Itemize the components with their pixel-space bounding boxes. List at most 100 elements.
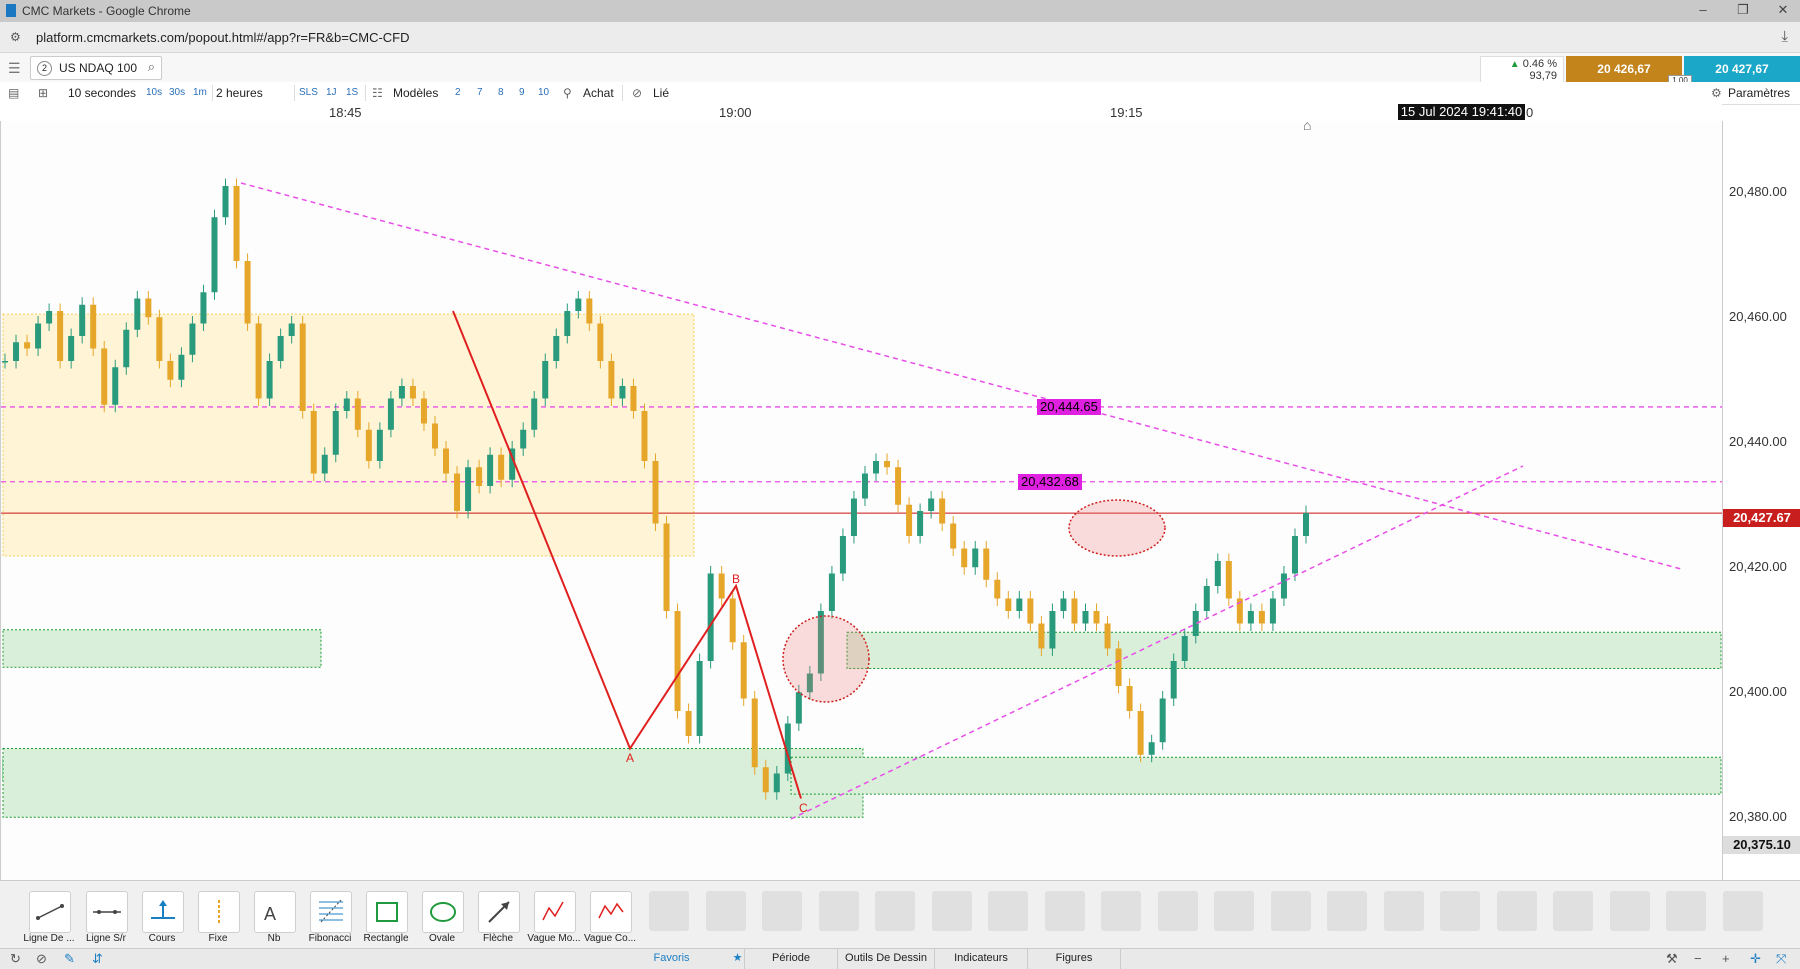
quick-span-1j[interactable]: 1J [326,87,337,98]
download-icon[interactable]: ⤓ [1781,28,1788,45]
settings-button[interactable]: Paramètres [1728,86,1790,100]
empty-tool-slot[interactable] [1044,891,1085,931]
fit-icon[interactable]: ⤧ [1776,951,1786,967]
template-slot-9[interactable]: 9 [519,87,525,98]
price-chart[interactable] [1,121,1723,880]
link-icon[interactable]: ⊘ [632,86,642,100]
close-icon[interactable]: ✕ [1770,2,1796,18]
magnet-icon[interactable]: ⇵ [92,951,103,967]
wave-mo-button[interactable] [534,891,576,933]
buy-link-button[interactable]: Achat [583,86,614,100]
toolbar-divider [622,85,623,101]
empty-tool-slot[interactable] [1440,891,1480,931]
wave-co-button[interactable] [590,891,632,933]
linked-button[interactable]: Lié [653,86,669,100]
template-slot-8[interactable]: 8 [498,87,504,98]
settings-gear-icon[interactable]: ⚙ [1711,86,1722,100]
tab-outils-de-dessin[interactable]: Outils De Dessin [838,949,935,969]
site-settings-icon[interactable]: ⚙ [10,30,21,44]
empty-tool-slot[interactable] [1609,891,1650,931]
layout-icon[interactable]: ⊞ [38,86,48,100]
rectangle-button[interactable] [366,891,408,933]
quick-interval-10s[interactable]: 10s [146,87,162,98]
fixed-button[interactable] [198,891,240,933]
level-tag-1[interactable]: 20,444.65 [1037,398,1101,415]
empty-tool-slot[interactable] [1157,891,1198,931]
candle-body [134,298,141,330]
candle-body [376,429,383,461]
buy-button[interactable]: 20 427,67 [1684,56,1800,82]
interval-select[interactable]: 10 secondes [68,86,136,100]
candle-body [266,361,273,399]
empty-tool-slot[interactable] [818,891,859,931]
buy-link-icon[interactable]: ⚲ [563,86,572,100]
scroll-marker-icon[interactable]: ⌂ [1303,117,1311,133]
fibonacci-button[interactable] [310,891,352,933]
quick-interval-30s[interactable]: 30s [169,87,185,98]
empty-tool-slot[interactable] [931,891,972,931]
templates-icon[interactable]: ☷ [372,86,383,100]
minimize-icon[interactable]: – [1690,2,1716,17]
template-slot-7[interactable]: 7 [477,87,483,98]
candle-body [288,323,295,336]
level-tag-2[interactable]: 20,432.68 [1018,473,1082,490]
template-slot-10[interactable]: 10 [538,87,549,98]
candle-body [498,454,505,480]
empty-tool-slot[interactable] [1101,891,1141,931]
empty-tool-slot[interactable] [705,891,746,931]
templates-button[interactable]: Modèles [393,86,438,100]
tab-figures[interactable]: Figures [1028,949,1121,969]
candle-body [939,498,946,524]
pencil-icon[interactable]: ✎ [64,951,75,967]
instrument-tab[interactable]: 2 US NDAQ 100 ⌕ [30,56,162,80]
chart-plot-area[interactable]: 20,444.65 20,432.68 A B C ⌂ [0,117,1723,880]
sr-line-button[interactable] [86,891,128,933]
url-text[interactable]: platform.cmcmarkets.com/popout.html#/app… [36,30,410,45]
candle-body [641,411,648,461]
zoom-out-icon[interactable]: − [1694,951,1702,966]
list-icon[interactable]: ▤ [8,86,19,100]
empty-tool-slot[interactable] [988,891,1028,931]
drawing-settings-icon[interactable]: ⚒ [1666,951,1678,967]
candle-body [1170,661,1177,699]
text-button[interactable]: A [254,891,296,933]
candle-body [1148,742,1155,755]
oval-button[interactable] [422,891,464,933]
line-tool-button[interactable] [29,891,71,933]
template-slot-2[interactable]: 2 [455,87,461,98]
empty-tool-slot[interactable] [1214,891,1254,931]
block-icon[interactable]: ⊘ [36,951,47,967]
quick-span-1s[interactable]: 1S [346,87,358,98]
empty-tool-slot[interactable] [1270,891,1311,931]
tab-indicateurs[interactable]: Indicateurs [935,949,1028,969]
tab-favoris[interactable]: Favoris ★ [652,949,745,969]
tab-periode[interactable]: Période [745,949,838,969]
menu-icon[interactable]: ☰ [8,60,21,77]
empty-tool-slot[interactable] [762,891,802,931]
search-icon[interactable]: ⌕ [148,59,155,75]
empty-tool-slot[interactable] [875,891,915,931]
zoom-in-icon[interactable]: + [1722,951,1730,966]
empty-tool-slot[interactable] [1496,891,1537,931]
empty-tool-slot[interactable] [1553,891,1593,931]
span-select[interactable]: 2 heures [216,86,263,100]
empty-tool-slot[interactable] [1666,891,1706,931]
price-marker-button[interactable] [142,891,184,933]
candle-body [465,467,472,511]
arrow-button[interactable] [478,891,520,933]
candle-body [740,642,747,699]
candle-body [1181,636,1188,661]
quick-interval-1m[interactable]: 1m [193,87,207,98]
empty-tool-slot[interactable] [1327,891,1367,931]
price-axis[interactable]: 20,480.00 20,460.00 20,440.00 20,420.00 … [1722,121,1800,880]
wave-label-a: A [626,750,635,765]
empty-tool-slot[interactable] [1383,891,1424,931]
empty-tool-slot[interactable] [1722,891,1763,931]
refresh-icon[interactable]: ↻ [10,951,21,967]
candle-body [167,361,174,380]
restore-icon[interactable]: ❐ [1730,2,1756,18]
crosshair-icon[interactable]: ✛ [1750,951,1761,967]
sell-button[interactable]: 20 426,67 [1566,56,1682,82]
quick-span-sls[interactable]: SLS [299,87,318,98]
empty-tool-slot[interactable] [649,891,689,931]
